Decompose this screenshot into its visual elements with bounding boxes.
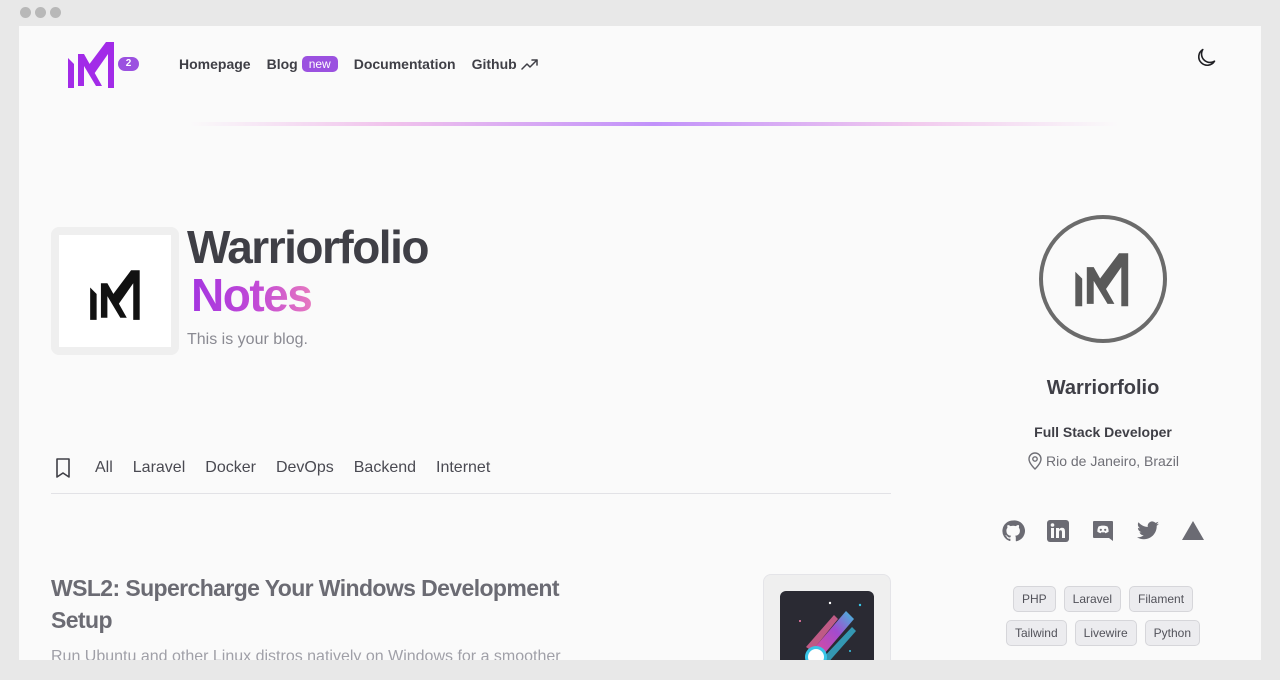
category-filter: All Laravel Docker DevOps Backend Intern… (51, 456, 510, 480)
post-title[interactable]: WSL2: Supercharge Your Windows Developme… (51, 572, 611, 636)
page-subtitle: Notes (191, 269, 313, 321)
social-links (993, 519, 1213, 543)
trending-up-arrow-icon (520, 59, 538, 70)
tag-python[interactable]: Python (1144, 620, 1201, 646)
category-docker[interactable]: Docker (205, 459, 256, 477)
category-all[interactable]: All (95, 459, 113, 477)
blog-logo (90, 270, 140, 320)
nav-github-label: Github (471, 56, 517, 72)
profile-role: Full Stack Developer (1034, 424, 1172, 440)
comet-illustration (799, 601, 862, 660)
header-glow-divider (189, 122, 1119, 126)
blog-cover-image (51, 227, 179, 355)
location-text: Rio de Janeiro, Brazil (1045, 453, 1180, 469)
moon-icon[interactable] (1194, 46, 1218, 70)
bookmark-icon (56, 458, 70, 478)
nav-documentation-label: Documentation (353, 56, 456, 72)
tag-filament[interactable]: Filament (1129, 586, 1194, 612)
category-divider (51, 493, 891, 494)
triangle-icon[interactable] (1181, 519, 1205, 543)
logo[interactable] (66, 40, 118, 88)
page: 2 Homepage Blog new Documentation Github… (19, 26, 1261, 660)
new-badge: new (301, 56, 338, 72)
category-laravel[interactable]: Laravel (133, 459, 185, 477)
nav-blog[interactable]: Blog new (267, 55, 338, 73)
category-devops[interactable]: DevOps (276, 459, 334, 477)
version-badge: 2 (118, 57, 139, 71)
github-icon[interactable] (1001, 519, 1025, 543)
tag-php[interactable]: PHP (1012, 586, 1056, 612)
nav-documentation[interactable]: Documentation (354, 55, 456, 73)
profile-name: Warriorfolio (1046, 377, 1160, 399)
nav-github[interactable]: Github (472, 55, 539, 73)
page-title: Warriorfolio (187, 221, 429, 273)
linkedin-icon[interactable] (1046, 519, 1070, 543)
profile-location: Rio de Janeiro, Brazil (993, 452, 1213, 470)
nav-homepage-label: Homepage (179, 56, 251, 72)
skill-tags: PHP Laravel Filament Tailwind Livewire P… (983, 586, 1223, 646)
tag-laravel[interactable]: Laravel (1063, 586, 1122, 612)
discord-icon[interactable] (1091, 519, 1115, 543)
main-nav: Homepage Blog new Documentation Github (179, 55, 539, 73)
category-backend[interactable]: Backend (354, 459, 416, 477)
post-excerpt: Run Ubuntu and other Linux distros nativ… (51, 648, 561, 660)
tag-livewire[interactable]: Livewire (1074, 620, 1137, 646)
twitter-icon[interactable] (1136, 519, 1160, 543)
avatar (1039, 215, 1167, 343)
nav-homepage[interactable]: Homepage (179, 55, 251, 73)
post-thumbnail[interactable] (763, 574, 891, 660)
window-controls (20, 7, 61, 18)
nav-blog-label: Blog (266, 56, 298, 72)
page-description: This is your blog. (187, 331, 308, 348)
map-pin-icon (1028, 452, 1042, 470)
tag-tailwind[interactable]: Tailwind (1005, 620, 1067, 646)
category-internet[interactable]: Internet (436, 459, 490, 477)
